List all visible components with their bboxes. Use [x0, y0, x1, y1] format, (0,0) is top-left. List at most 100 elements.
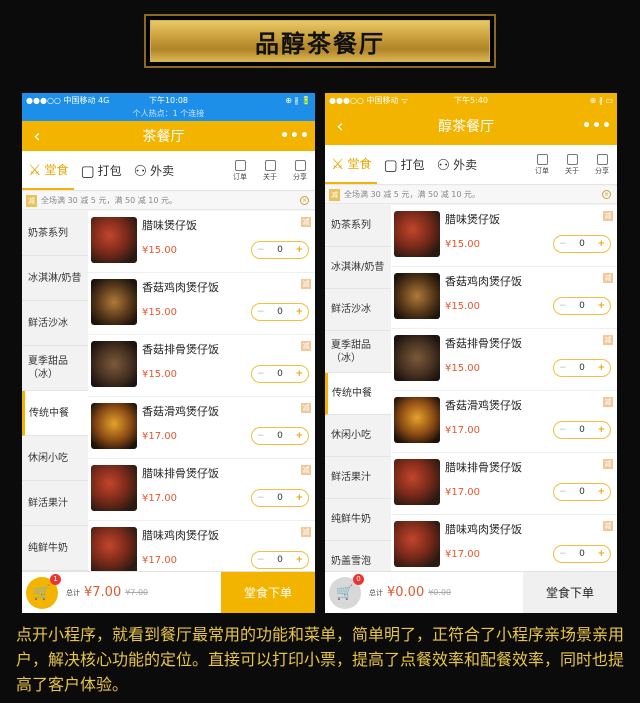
minus-icon[interactable]: −	[559, 239, 567, 249]
plus-icon[interactable]: +	[295, 307, 303, 317]
plus-icon[interactable]: +	[597, 301, 605, 311]
about-button[interactable]: 关于	[255, 159, 285, 182]
plus-icon[interactable]: +	[597, 425, 605, 435]
tab-label: 外卖	[150, 164, 175, 178]
category-item[interactable]: 奶茶系列	[325, 205, 391, 247]
category-item[interactable]: 休闲小吃	[22, 436, 88, 481]
minus-icon[interactable]: −	[559, 301, 567, 311]
more-icon[interactable]: •••	[275, 128, 315, 144]
category-item[interactable]: 冰淇淋/奶昔	[325, 247, 391, 289]
about-icon	[264, 159, 276, 171]
minus-icon[interactable]: −	[559, 549, 567, 559]
plus-icon[interactable]: +	[295, 245, 303, 255]
tab-label: 堂食	[44, 163, 69, 177]
category-item[interactable]: 夏季甜品（冰）	[325, 331, 391, 373]
dish-name: 香菇滑鸡煲仔饭	[445, 399, 522, 412]
back-icon[interactable]: ‹	[22, 126, 52, 147]
menu-item[interactable]: 腊味排骨煲仔饭 ¥17.00 减 − 0 +	[88, 459, 315, 521]
share-button[interactable]: 分享	[285, 159, 315, 182]
orders-button[interactable]: 订单	[225, 159, 255, 182]
total-amount: ¥0.00	[387, 585, 425, 600]
plus-icon[interactable]: +	[597, 487, 605, 497]
plus-icon[interactable]: +	[597, 363, 605, 373]
minus-icon[interactable]: −	[257, 245, 265, 255]
plus-icon[interactable]: +	[597, 549, 605, 559]
share-button[interactable]: 分享	[587, 153, 617, 176]
category-item[interactable]: 鲜活果汁	[22, 481, 88, 526]
dish-name: 香菇排骨煲仔饭	[142, 343, 219, 356]
status-indicators: ⊕ ∦ ▭	[589, 95, 614, 105]
hotspot-banner[interactable]: 个人热点：1 个连接	[22, 107, 315, 121]
title-banner: 品醇茶餐厅	[144, 14, 496, 68]
minus-icon[interactable]: −	[559, 487, 567, 497]
menu-item[interactable]: 腊味鸡肉煲仔饭 ¥17.00 减 − 0 +	[88, 521, 315, 571]
category-item[interactable]: 纯鲜牛奶	[325, 499, 391, 541]
category-item[interactable]: 鲜活果汁	[325, 457, 391, 499]
category-item[interactable]: 鲜活沙冰	[22, 301, 88, 346]
plus-icon[interactable]: +	[295, 493, 303, 503]
category-sidebar: 奶茶系列 冰淇淋/奶昔 鲜活沙冰 夏季甜品（冰） 传统中餐 休闲小吃 鲜活果汁 …	[22, 211, 88, 571]
cart-button[interactable]: 🛒 1	[26, 573, 61, 609]
menu-item[interactable]: 腊味排骨煲仔饭 ¥17.00 减 − 0 +	[391, 453, 617, 515]
plus-icon[interactable]: +	[295, 555, 303, 565]
about-button[interactable]: 关于	[557, 153, 587, 176]
category-item[interactable]: 休闲小吃	[325, 415, 391, 457]
category-item[interactable]: 奶茶系列	[22, 211, 88, 256]
discount-badge: 减	[301, 341, 311, 351]
category-item[interactable]: 鲜活沙冰	[325, 289, 391, 331]
minus-icon[interactable]: −	[257, 307, 265, 317]
tab-dine-in[interactable]: ⚔ 堂食	[22, 151, 75, 190]
menu-item[interactable]: 腊味鸡肉煲仔饭 ¥17.00 减 − 0 +	[391, 515, 617, 571]
more-icon[interactable]: •••	[577, 118, 617, 134]
about-icon	[566, 153, 578, 165]
cart-icon: 🛒	[336, 584, 354, 601]
category-item[interactable]: 夏季甜品（冰）	[22, 346, 88, 391]
dish-name: 香菇排骨煲仔饭	[445, 337, 522, 350]
category-item-selected[interactable]: 传统中餐	[325, 373, 391, 415]
menu-item[interactable]: 香菇排骨煲仔饭 ¥15.00 减 − 0 +	[88, 335, 315, 397]
dish-photo	[91, 527, 137, 571]
menu-item[interactable]: 腊味煲仔饭 ¥15.00 减 − 0 +	[88, 211, 315, 273]
minus-icon[interactable]: −	[559, 425, 567, 435]
back-icon[interactable]: ‹	[325, 116, 355, 137]
discount-badge: 减	[603, 521, 613, 531]
share-label: 分享	[595, 166, 609, 175]
dish-price: ¥17.00	[445, 487, 480, 498]
category-item[interactable]: 冰淇淋/奶昔	[22, 256, 88, 301]
minus-icon[interactable]: −	[257, 369, 265, 379]
menu-item[interactable]: 香菇滑鸡煲仔饭 ¥17.00 减 − 0 +	[88, 397, 315, 459]
orders-button[interactable]: 订单	[527, 153, 557, 176]
menu-item[interactable]: 香菇滑鸡煲仔饭 ¥17.00 减 − 0 +	[391, 391, 617, 453]
minus-icon[interactable]: −	[559, 363, 567, 373]
place-order-button[interactable]: 堂食下单	[523, 572, 617, 613]
plus-icon[interactable]: +	[295, 431, 303, 441]
cart-button[interactable]: 🛒 0	[329, 573, 364, 609]
menu-item[interactable]: 香菇鸡肉煲仔饭 ¥15.00 减 − 0 +	[391, 267, 617, 329]
minus-icon[interactable]: −	[257, 493, 265, 503]
close-icon[interactable]: ×	[300, 196, 309, 205]
minus-icon[interactable]: −	[257, 555, 265, 565]
close-icon[interactable]: ×	[602, 190, 611, 199]
clock: 下午5:40	[454, 95, 488, 105]
menu-item[interactable]: 香菇鸡肉煲仔饭 ¥15.00 减 − 0 +	[88, 273, 315, 335]
plus-icon[interactable]: +	[597, 239, 605, 249]
place-order-button[interactable]: 堂食下单	[221, 572, 315, 613]
tab-delivery[interactable]: ⚇ 外卖	[431, 145, 483, 184]
menu-list: 腊味煲仔饭 ¥15.00 减 −0 + 香菇鸡肉煲仔饭 ¥15.00 减 −0 + …	[88, 211, 315, 571]
category-item[interactable]: 纯鲜牛奶	[22, 526, 88, 571]
menu-item[interactable]: 腊味煲仔饭 ¥15.00 减 − 0 +	[391, 205, 617, 267]
category-item-selected[interactable]: 传统中餐	[22, 391, 88, 436]
tab-delivery[interactable]: ⚇ 外卖	[128, 151, 180, 190]
tab-dine-in[interactable]: ⚔ 堂食	[325, 145, 378, 184]
minus-icon[interactable]: −	[257, 431, 265, 441]
dish-price: ¥17.00	[142, 555, 177, 566]
quantity-value: 0	[277, 245, 283, 255]
menu-item[interactable]: 香菇排骨煲仔饭 ¥15.00 减 − 0 +	[391, 329, 617, 391]
dish-name: 腊味煲仔饭	[445, 213, 500, 226]
tab-takeaway[interactable]: ▢ 打包	[377, 145, 430, 184]
dish-photo	[394, 397, 440, 443]
discount-badge: 减	[329, 188, 340, 201]
plus-icon[interactable]: +	[295, 369, 303, 379]
tab-takeaway[interactable]: ▢ 打包	[74, 151, 127, 190]
discount-badge: 减	[603, 397, 613, 407]
